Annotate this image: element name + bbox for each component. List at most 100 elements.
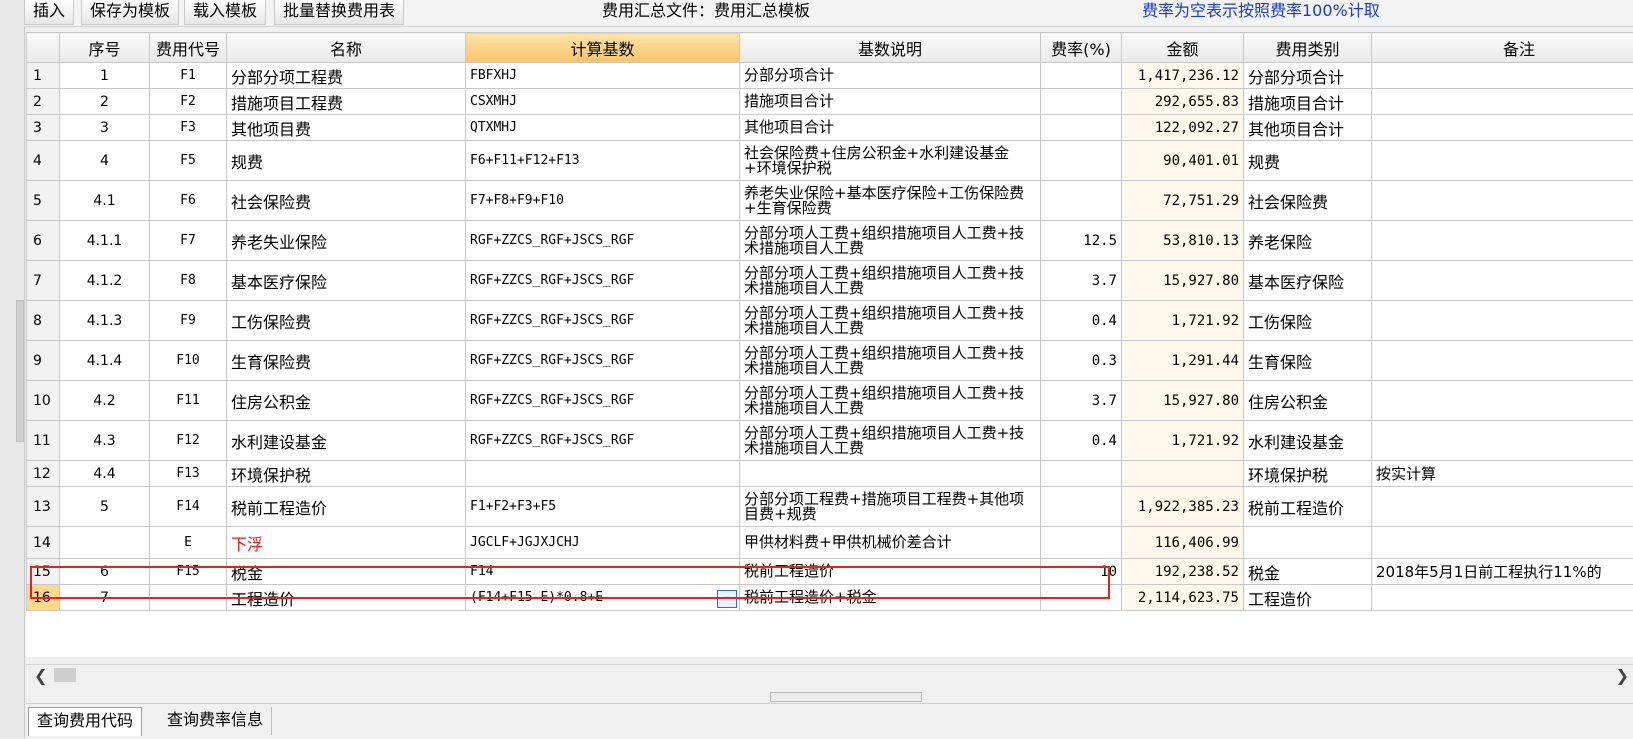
name-cell[interactable]: 基本医疗保险 xyxy=(227,261,466,301)
code-cell[interactable]: F5 xyxy=(150,141,227,181)
code-cell[interactable] xyxy=(150,585,227,611)
desc-cell[interactable]: 甲供材料费+甲供机械价差合计 xyxy=(740,527,1041,559)
seq-cell[interactable]: 4 xyxy=(60,141,150,181)
seq-cell[interactable] xyxy=(60,527,150,559)
base-cell[interactable]: FBFXHJ xyxy=(466,63,740,89)
amount-cell[interactable] xyxy=(1122,461,1244,487)
table-row[interactable]: 84.1.3F9工伤保险费RGF+ZZCS_RGF+JSCS_RGF分部分项人工… xyxy=(27,301,1633,341)
code-cell[interactable]: F3 xyxy=(150,115,227,141)
rate-cell[interactable]: 0.4 xyxy=(1041,301,1122,341)
remark-cell[interactable] xyxy=(1372,527,1633,559)
amount-cell[interactable]: 1,417,236.12 xyxy=(1122,63,1244,89)
left-panel-resize-handle[interactable] xyxy=(16,300,24,442)
category-cell[interactable]: 生育保险 xyxy=(1244,341,1372,381)
rate-cell[interactable] xyxy=(1041,487,1122,527)
scroll-thumb[interactable] xyxy=(54,668,76,682)
header-category[interactable]: 费用类别 xyxy=(1244,33,1372,63)
desc-cell[interactable]: 分部分项合计 xyxy=(740,63,1041,89)
rate-cell[interactable] xyxy=(1041,63,1122,89)
header-name[interactable]: 名称 xyxy=(227,33,466,63)
code-cell[interactable]: E xyxy=(150,527,227,559)
table-row[interactable]: 54.1F6社会保险费F7+F8+F9+F10养老失业保险+基本医疗保险+工伤保… xyxy=(27,181,1633,221)
base-cell[interactable]: F6+F11+F12+F13 xyxy=(466,141,740,181)
scroll-left-icon[interactable]: ❮ xyxy=(34,666,47,685)
seq-cell[interactable]: 4.1.2 xyxy=(60,261,150,301)
row-number-cell[interactable]: 4 xyxy=(27,141,60,181)
desc-cell[interactable]: 税前工程造价 xyxy=(740,559,1041,585)
rate-cell[interactable] xyxy=(1041,461,1122,487)
base-cell[interactable]: RGF+ZZCS_RGF+JSCS_RGF xyxy=(466,221,740,261)
category-cell[interactable]: 养老保险 xyxy=(1244,221,1372,261)
name-cell[interactable]: 措施项目工程费 xyxy=(227,89,466,115)
rate-cell[interactable] xyxy=(1041,115,1122,141)
table-row[interactable]: 94.1.4F10生育保险费RGF+ZZCS_RGF+JSCS_RGF分部分项人… xyxy=(27,341,1633,381)
row-number-cell[interactable]: 8 xyxy=(27,301,60,341)
insert-button[interactable]: 插入 xyxy=(24,0,74,25)
name-cell[interactable]: 工程造价 xyxy=(227,585,466,611)
remark-cell[interactable] xyxy=(1372,487,1633,527)
remark-cell[interactable] xyxy=(1372,421,1633,461)
name-cell[interactable]: 工伤保险费 xyxy=(227,301,466,341)
code-cell[interactable]: F8 xyxy=(150,261,227,301)
amount-cell[interactable]: 1,922,385.23 xyxy=(1122,487,1244,527)
seq-cell[interactable]: 7 xyxy=(60,585,150,611)
base-cell[interactable]: F14 xyxy=(466,559,740,585)
name-cell[interactable]: 规费 xyxy=(227,141,466,181)
name-cell[interactable]: 社会保险费 xyxy=(227,181,466,221)
header-base[interactable]: 计算基数 xyxy=(466,33,740,63)
code-cell[interactable]: F6 xyxy=(150,181,227,221)
table-row[interactable]: 135F14税前工程造价F1+F2+F3+F5分部分项工程费+措施项目工程费+其… xyxy=(27,487,1633,527)
amount-cell[interactable]: 192,238.52 xyxy=(1122,559,1244,585)
desc-cell[interactable]: 分部分项工程费+措施项目工程费+其他项目费+规费 xyxy=(740,487,1041,527)
seq-cell[interactable]: 4.1.3 xyxy=(60,301,150,341)
table-row[interactable]: 64.1.1F7养老失业保险RGF+ZZCS_RGF+JSCS_RGF分部分项人… xyxy=(27,221,1633,261)
name-cell[interactable]: 环境保护税 xyxy=(227,461,466,487)
table-row[interactable]: 33F3其他项目费QTXMHJ其他项目合计122,092.27其他项目合计 xyxy=(27,115,1633,141)
remark-cell[interactable] xyxy=(1372,341,1633,381)
row-number-cell[interactable]: 7 xyxy=(27,261,60,301)
category-cell[interactable]: 分部分项合计 xyxy=(1244,63,1372,89)
table-row[interactable]: 124.4F13环境保护税环境保护税按实计算 xyxy=(27,461,1633,487)
base-cell[interactable]: QTXMHJ xyxy=(466,115,740,141)
table-row[interactable]: 156F15税金F14税前工程造价10192,238.52税金2018年5月1日… xyxy=(27,559,1633,585)
seq-cell[interactable]: 6 xyxy=(60,559,150,585)
amount-cell[interactable]: 1,721.92 xyxy=(1122,421,1244,461)
rate-cell[interactable] xyxy=(1041,181,1122,221)
header-corner[interactable] xyxy=(27,33,60,63)
code-cell[interactable]: F14 xyxy=(150,487,227,527)
code-cell[interactable]: F2 xyxy=(150,89,227,115)
remark-cell[interactable] xyxy=(1372,181,1633,221)
amount-cell[interactable]: 1,721.92 xyxy=(1122,301,1244,341)
base-cell[interactable]: RGF+ZZCS_RGF+JSCS_RGF xyxy=(466,341,740,381)
rate-cell[interactable]: 0.4 xyxy=(1041,421,1122,461)
seq-cell[interactable]: 2 xyxy=(60,89,150,115)
base-cell[interactable]: F1+F2+F3+F5 xyxy=(466,487,740,527)
desc-cell[interactable]: 税前工程造价+税金 xyxy=(740,585,1041,611)
name-cell[interactable]: 分部分项工程费 xyxy=(227,63,466,89)
row-number-cell[interactable]: 5 xyxy=(27,181,60,221)
row-number-cell[interactable]: 12 xyxy=(27,461,60,487)
table-row[interactable]: 44F5规费F6+F11+F12+F13社会保险费+住房公积金+水利建设基金+环… xyxy=(27,141,1633,181)
category-cell[interactable]: 工伤保险 xyxy=(1244,301,1372,341)
load-template-button[interactable]: 载入模板 xyxy=(184,0,266,25)
category-cell[interactable]: 社会保险费 xyxy=(1244,181,1372,221)
table-row[interactable]: 104.2F11住房公积金RGF+ZZCS_RGF+JSCS_RGF分部分项人工… xyxy=(27,381,1633,421)
remark-cell[interactable] xyxy=(1372,89,1633,115)
base-cell[interactable] xyxy=(466,461,740,487)
header-desc[interactable]: 基数说明 xyxy=(740,33,1041,63)
name-cell[interactable]: 养老失业保险 xyxy=(227,221,466,261)
category-cell[interactable]: 水利建设基金 xyxy=(1244,421,1372,461)
header-remark[interactable]: 备注 xyxy=(1372,33,1633,63)
row-number-cell[interactable]: 1 xyxy=(27,63,60,89)
base-cell[interactable]: (F14+F15-E)*0.8+E⋯ xyxy=(466,585,740,611)
panel-splitter-handle[interactable] xyxy=(770,692,922,702)
category-cell[interactable]: 规费 xyxy=(1244,141,1372,181)
desc-cell[interactable]: 分部分项人工费+组织措施项目人工费+技术措施项目人工费 xyxy=(740,421,1041,461)
rate-cell[interactable]: 12.5 xyxy=(1041,221,1122,261)
category-cell[interactable]: 工程造价 xyxy=(1244,585,1372,611)
base-cell[interactable]: JGCLF+JGJXJCHJ xyxy=(466,527,740,559)
amount-cell[interactable]: 1,291.44 xyxy=(1122,341,1244,381)
row-number-cell[interactable]: 13 xyxy=(27,487,60,527)
table-row[interactable]: 22F2措施项目工程费CSXMHJ措施项目合计292,655.83措施项目合计 xyxy=(27,89,1633,115)
category-cell[interactable]: 税金 xyxy=(1244,559,1372,585)
